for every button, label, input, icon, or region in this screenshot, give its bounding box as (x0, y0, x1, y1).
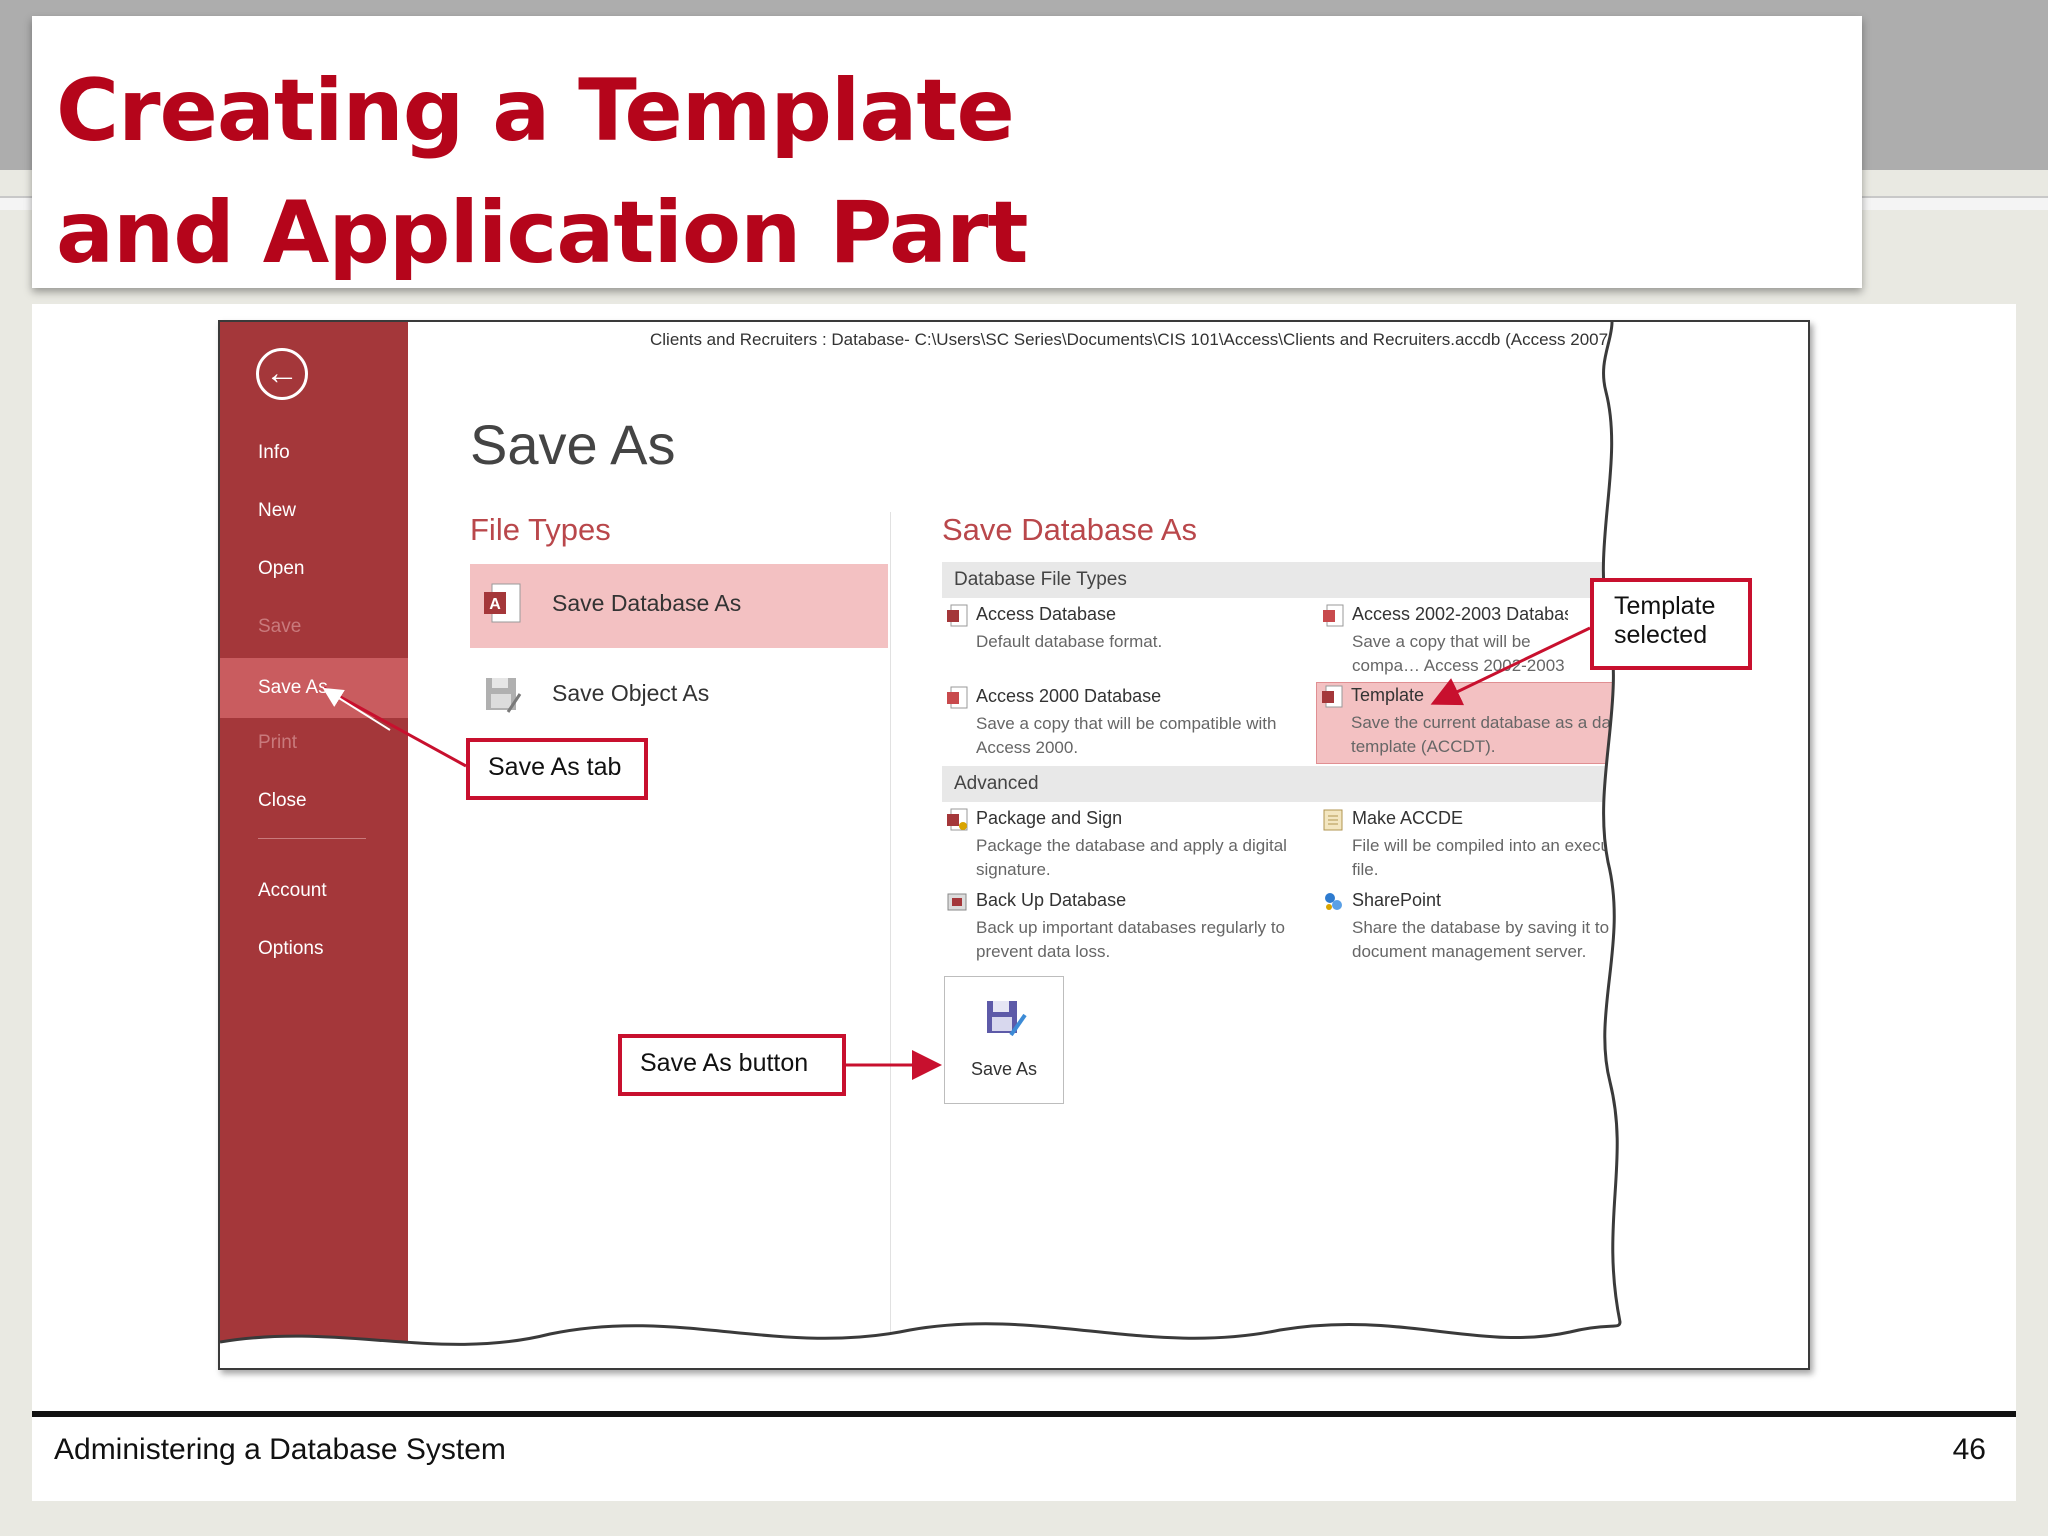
callout-template-line-1: Template (1614, 592, 1716, 620)
slide-footer: Administering a Database System 46 (32, 1417, 2016, 1501)
callout-template-line-2: selected (1614, 621, 1708, 649)
footer-text: Administering a Database System (54, 1433, 506, 1466)
page-number: 46 (1952, 1433, 1986, 1466)
template-arrow (1430, 626, 1591, 706)
save-as-tab-arrow-head (322, 687, 391, 731)
callout-arrows (322, 626, 1591, 1080)
callout-template-selected: Template selected (1590, 578, 1752, 670)
save-as-tab-arrow (323, 686, 467, 768)
callout-save-as-button: Save As button (618, 1034, 846, 1096)
callout-save-as-tab: Save As tab (466, 738, 648, 800)
